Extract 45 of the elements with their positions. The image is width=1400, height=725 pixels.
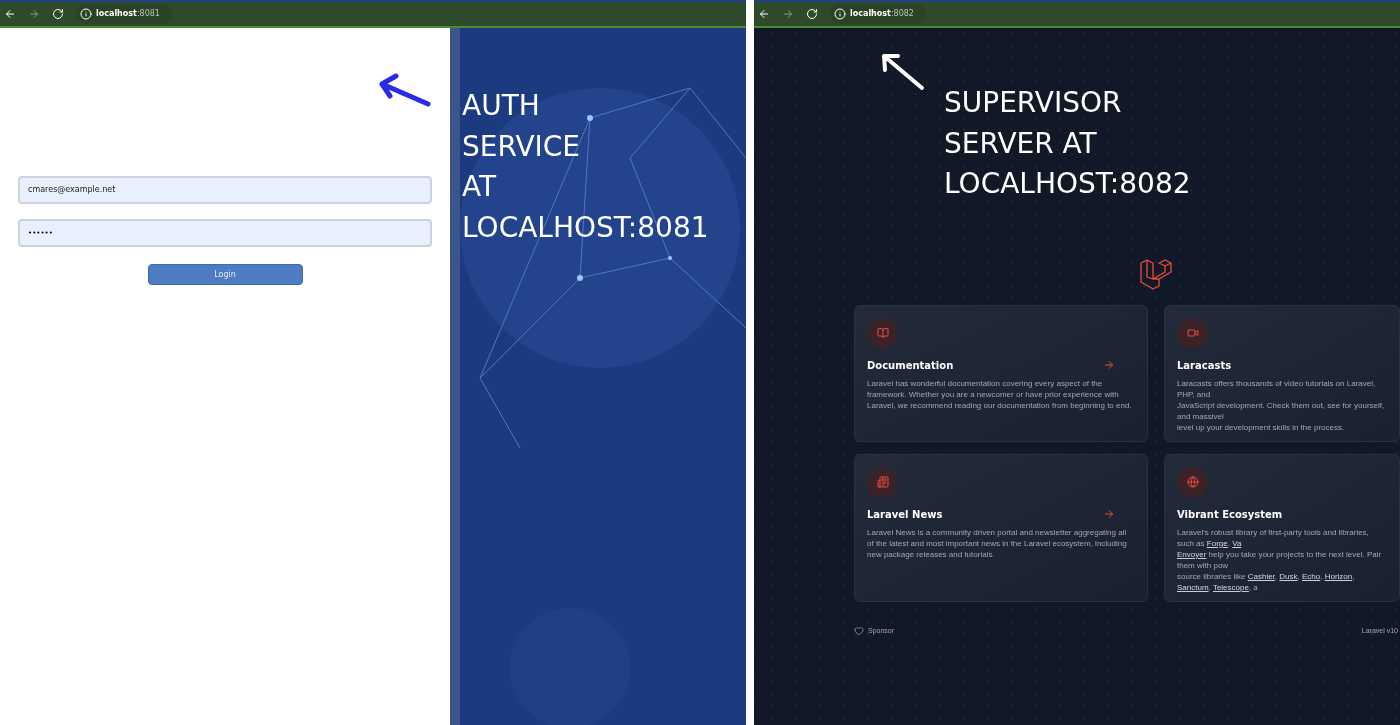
link[interactable]: Telescope [1212,582,1249,592]
link[interactable]: Dusk [1279,571,1298,581]
back-icon[interactable] [4,8,16,20]
caption-text: LOCALHOST:8082 [944,166,1192,202]
link[interactable]: Va [1232,538,1242,548]
card-title: Laravel News [867,507,943,522]
caption-text: SERVER AT [944,125,1098,162]
card-title: Laracasts [1177,358,1232,373]
feature-card[interactable] [854,304,1148,442]
card-description: Laravel's robust library of first-party tools and libraries, such as Forge, Va Envoyer help you take your projects to the next level. Pair them with pow source libraries like Cashier, Dusk, Echo, Horizon, Sanctum, Telescope, a [1177,526,1383,593]
address-bar[interactable]: localhost:8082 [830,4,926,24]
newspaper-icon [876,476,889,488]
globe-icon [1186,476,1199,488]
book-icon [876,327,889,339]
caption-text: AUTH [462,88,541,124]
link[interactable]: Sanctum [1177,582,1209,592]
link[interactable]: Cashier [1247,571,1275,581]
back-icon[interactable] [758,8,770,20]
feature-card[interactable] [1164,453,1400,602]
reload-icon[interactable] [52,8,64,20]
caption-text: AT [462,169,498,205]
address-bar[interactable]: localhost:8081 [76,4,172,24]
arrow-icon [1103,359,1115,371]
site-info-icon[interactable] [834,8,846,20]
caption-text: SUPERVISOR [944,85,1123,121]
url-text: localhost:8081 [96,8,160,20]
card-description: Laravel has wonderful documentation covering every aspect of the framework. Whether you are a newcomer or have prior experience with Laravel, we recommend reading our documentation from beginning to end. [867,377,1133,411]
card-description: Laracasts offers thousands of video tutorials on Laravel, PHP, and JavaScript development. Check them out, see for yourself, and massivel level up your development skills in the process. [1177,377,1386,433]
login-button[interactable]: Login [147,264,303,285]
feature-card[interactable]: Laravel News Laravel News is a community driven portal and newsletter aggregating all of the latest and most important news in the Laravel ecosystem, including new package releases and tutorials. [854,453,1148,602]
card-title: Documentation [867,358,954,373]
site-info-icon[interactable] [80,8,92,20]
reload-icon[interactable] [806,8,818,20]
feature-card[interactable]: Laracasts Laracasts offers thousands of video tutorials on Laravel, PHP, and JavaScript development. Check them out, see for yourself, and massivel level up your development skills in the process. [1164,304,1400,442]
card-title: Vibrant Ecosystem [1177,507,1283,522]
arrow-icon [1103,508,1115,520]
video-camera-icon [1186,327,1199,339]
url-text: localhost:8082 [850,8,914,20]
link[interactable]: Envoyer [1177,549,1207,559]
card-description: Laravel News is a community driven portal and newsletter aggregating all of the latest and most important news in the Laravel ecosystem, including new package releases and tutorials. [867,526,1128,560]
caption-text: SERVICE [462,128,582,165]
heart-icon [854,625,864,636]
email-field[interactable]: cmares@example.net [18,176,432,204]
link[interactable]: Forge [1206,538,1228,548]
caption-text: LOCALHOST:8081 [462,209,710,246]
